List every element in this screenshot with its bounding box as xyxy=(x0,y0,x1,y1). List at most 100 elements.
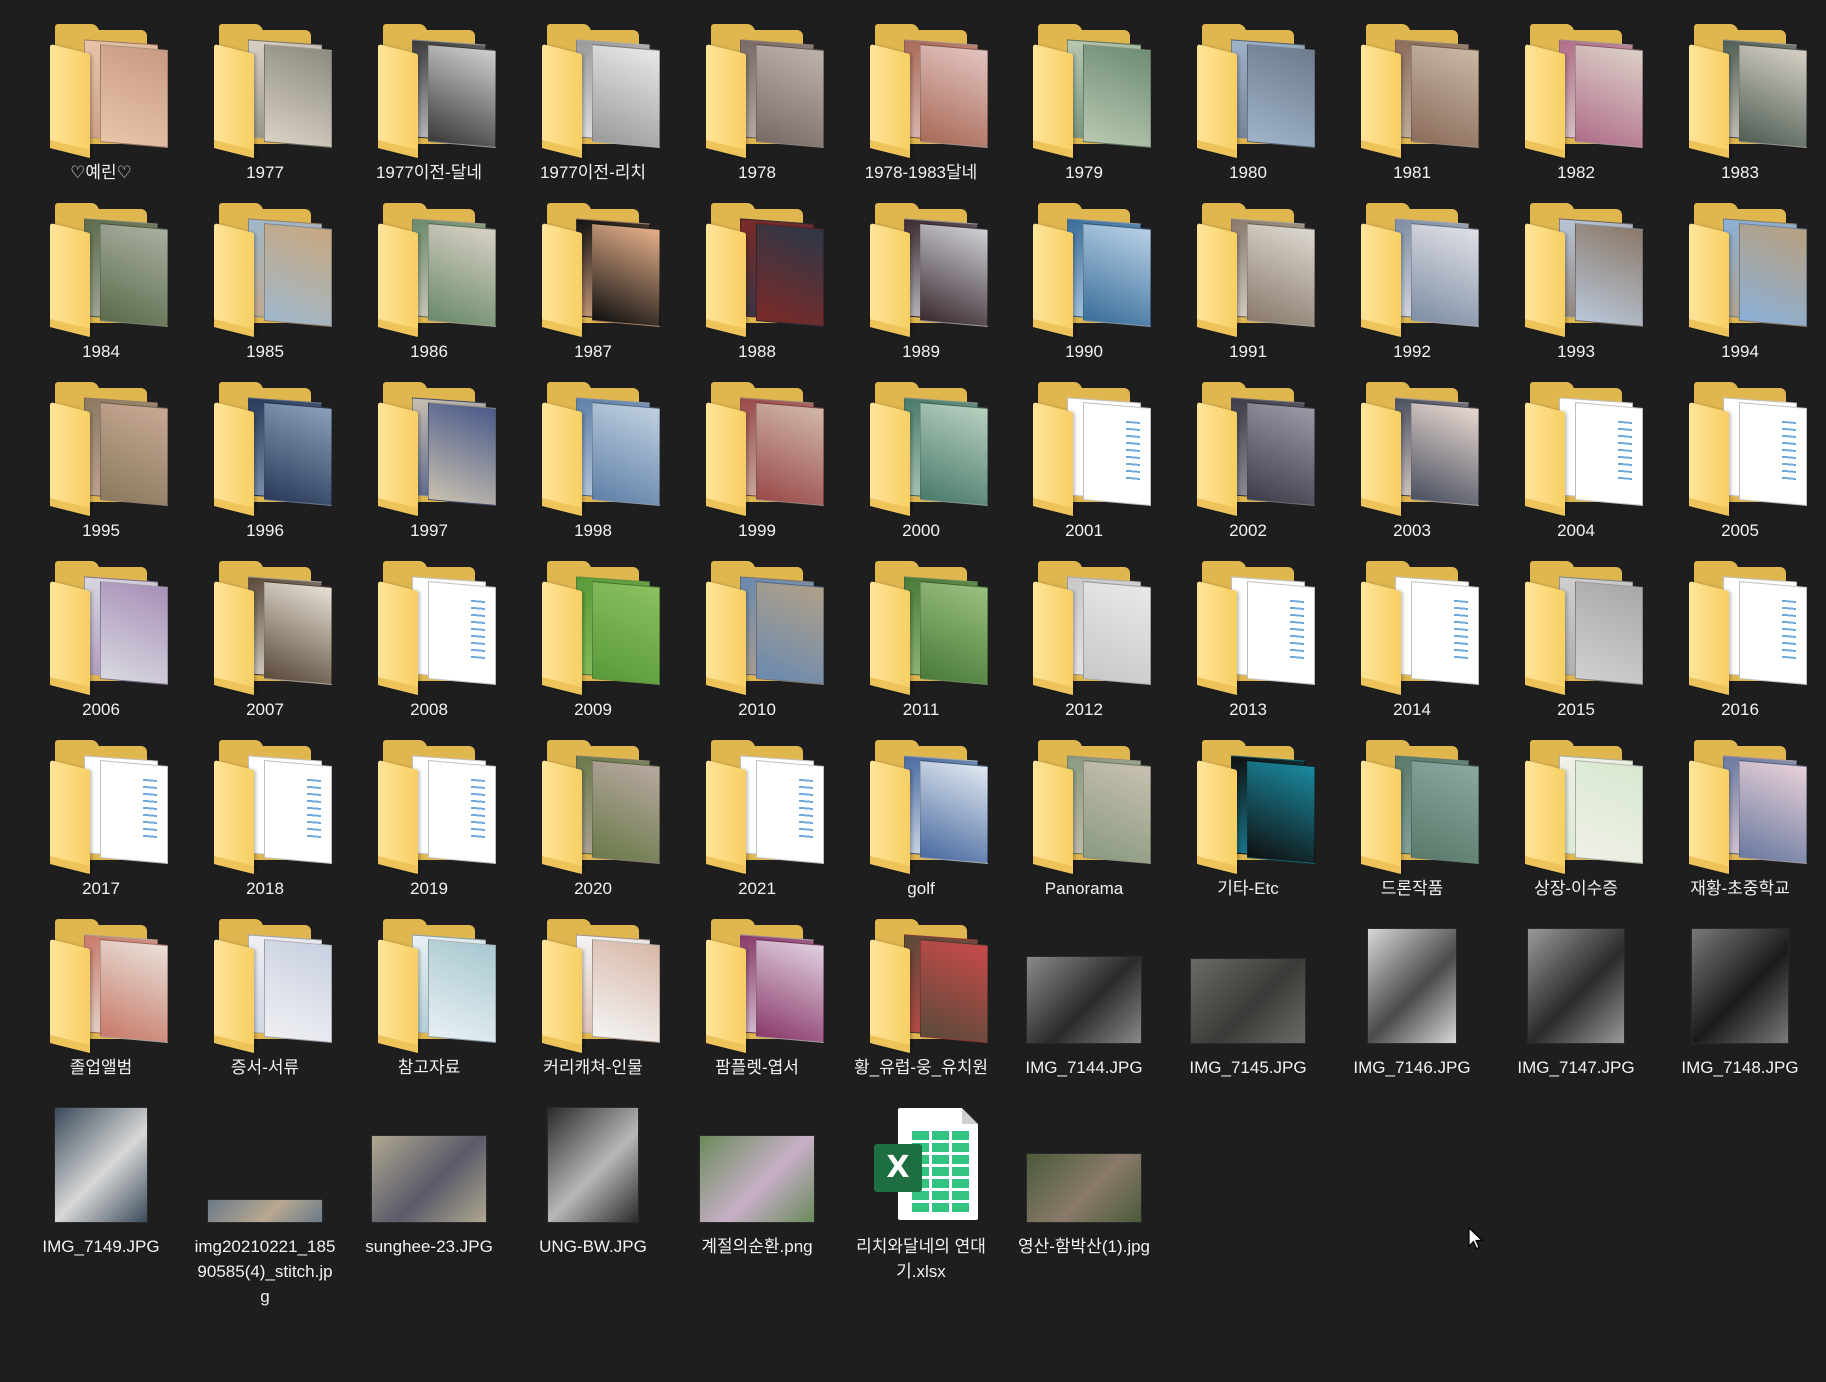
folder-item[interactable]: 1987 xyxy=(518,199,668,364)
folder-item[interactable]: 2010 xyxy=(682,557,832,722)
folder-icon xyxy=(354,736,504,876)
folder-item[interactable]: 1988 xyxy=(682,199,832,364)
folder-item[interactable]: 1980 xyxy=(1173,20,1323,185)
folder-item[interactable]: 1985 xyxy=(190,199,340,364)
folder-icon xyxy=(518,378,668,518)
folder-item[interactable]: 1978-1983달네 xyxy=(846,20,996,185)
folder-item[interactable]: 1981 xyxy=(1337,20,1487,185)
item-label: 2018 xyxy=(246,879,284,898)
folder-item[interactable]: 2007 xyxy=(190,557,340,722)
folder-item[interactable]: 2014 xyxy=(1337,557,1487,722)
item-label: 1992 xyxy=(1393,342,1431,361)
folder-icon xyxy=(1501,378,1651,518)
folder-icon xyxy=(846,557,996,697)
folder-item[interactable]: 1993 xyxy=(1501,199,1651,364)
folder-item[interactable]: 커리캐쳐-인물 xyxy=(518,915,668,1080)
folder-item[interactable]: 2020 xyxy=(518,736,668,901)
folder-icon xyxy=(846,915,996,1055)
folder-item[interactable]: 1984 xyxy=(26,199,176,364)
folder-item[interactable]: 1977이전-달네 xyxy=(354,20,504,185)
folder-item[interactable]: 증서-서류 xyxy=(190,915,340,1080)
folder-item[interactable]: 2012 xyxy=(1009,557,1159,722)
file-item[interactable]: img20210221_18590585(4)_stitch.jpg xyxy=(190,1094,340,1309)
folder-item[interactable]: 1989 xyxy=(846,199,996,364)
file-item[interactable]: IMG_7145.JPG xyxy=(1173,915,1323,1080)
file-item[interactable]: IMG_7144.JPG xyxy=(1009,915,1159,1080)
item-label: 2020 xyxy=(574,879,612,898)
folder-item[interactable]: golf xyxy=(846,736,996,901)
file-item[interactable]: IMG_7148.JPG xyxy=(1665,915,1815,1080)
folder-item[interactable]: 2019 xyxy=(354,736,504,901)
folder-item[interactable]: 2006 xyxy=(26,557,176,722)
folder-item[interactable]: 1991 xyxy=(1173,199,1323,364)
photo-preview xyxy=(548,1108,638,1222)
item-label: 1982 xyxy=(1557,163,1595,182)
folder-item[interactable]: ♡예린♡ xyxy=(26,20,176,185)
file-item[interactable]: 계절의순환.png xyxy=(682,1094,832,1259)
folder-item[interactable]: 2008 xyxy=(354,557,504,722)
folder-item[interactable]: 2015 xyxy=(1501,557,1651,722)
folder-icon xyxy=(1665,20,1815,160)
folder-item[interactable]: 1999 xyxy=(682,378,832,543)
folder-item[interactable]: 2002 xyxy=(1173,378,1323,543)
folder-item[interactable]: 1977이전-리치 xyxy=(518,20,668,185)
photo-preview xyxy=(208,1200,322,1222)
item-label: 1985 xyxy=(246,342,284,361)
folder-item[interactable]: 2000 xyxy=(846,378,996,543)
image-thumbnail xyxy=(1665,915,1815,1055)
file-item[interactable]: UNG-BW.JPG xyxy=(518,1094,668,1259)
folder-item[interactable]: 2003 xyxy=(1337,378,1487,543)
item-label: 2017 xyxy=(82,879,120,898)
folder-item[interactable]: 2013 xyxy=(1173,557,1323,722)
item-label: 2006 xyxy=(82,700,120,719)
folder-item[interactable]: 2021 xyxy=(682,736,832,901)
folder-item[interactable]: 상장-이수증 xyxy=(1501,736,1651,901)
item-label: 1978-1983달네 xyxy=(864,163,978,182)
folder-item[interactable]: 드론작품 xyxy=(1337,736,1487,901)
file-item[interactable]: sunghee-23.JPG xyxy=(354,1094,504,1259)
folder-item[interactable]: 2009 xyxy=(518,557,668,722)
folder-item[interactable]: 2004 xyxy=(1501,378,1651,543)
folder-item[interactable]: 2016 xyxy=(1665,557,1815,722)
folder-item[interactable]: 1983 xyxy=(1665,20,1815,185)
folder-item[interactable]: 1978 xyxy=(682,20,832,185)
item-label: IMG_7145.JPG xyxy=(1189,1058,1307,1077)
folder-item[interactable]: 1997 xyxy=(354,378,504,543)
item-label: 1981 xyxy=(1393,163,1431,182)
folder-item[interactable]: 1995 xyxy=(26,378,176,543)
folder-item[interactable]: 팜플렛-엽서 xyxy=(682,915,832,1080)
folder-item[interactable]: 1998 xyxy=(518,378,668,543)
folder-icon xyxy=(1337,199,1487,339)
folder-item[interactable]: 1990 xyxy=(1009,199,1159,364)
folder-item[interactable]: 1996 xyxy=(190,378,340,543)
item-label: 1996 xyxy=(246,521,284,540)
file-item[interactable]: IMG_7146.JPG xyxy=(1337,915,1487,1080)
folder-item[interactable]: 1986 xyxy=(354,199,504,364)
item-label: 1983 xyxy=(1721,163,1759,182)
folder-item[interactable]: 2001 xyxy=(1009,378,1159,543)
folder-item[interactable]: 2017 xyxy=(26,736,176,901)
file-item[interactable]: X 리치와달네의 연대기.xlsx xyxy=(846,1094,996,1284)
folder-item[interactable]: 2018 xyxy=(190,736,340,901)
folder-item[interactable]: 1977 xyxy=(190,20,340,185)
file-item[interactable]: 영산-함박산(1).jpg xyxy=(1009,1094,1159,1259)
folder-item[interactable]: 2005 xyxy=(1665,378,1815,543)
file-item[interactable]: IMG_7147.JPG xyxy=(1501,915,1651,1080)
file-item[interactable]: IMG_7149.JPG xyxy=(26,1094,176,1259)
folder-icon xyxy=(190,199,340,339)
folder-item[interactable]: 2011 xyxy=(846,557,996,722)
folder-item[interactable]: 1982 xyxy=(1501,20,1651,185)
folder-icon xyxy=(1009,736,1159,876)
folder-icon xyxy=(354,199,504,339)
folder-item[interactable]: 1979 xyxy=(1009,20,1159,185)
folder-item[interactable]: 1992 xyxy=(1337,199,1487,364)
folder-item[interactable]: 기타-Etc xyxy=(1173,736,1323,901)
folder-item[interactable]: 졸업앨범 xyxy=(26,915,176,1080)
folder-icon xyxy=(190,20,340,160)
folder-item[interactable]: 재황-초중학교 xyxy=(1665,736,1815,901)
photo-preview xyxy=(372,1136,486,1222)
folder-item[interactable]: 황_유럽-웅_유치원 xyxy=(846,915,996,1080)
folder-item[interactable]: 1994 xyxy=(1665,199,1815,364)
folder-item[interactable]: Panorama xyxy=(1009,736,1159,901)
folder-item[interactable]: 참고자료 xyxy=(354,915,504,1080)
